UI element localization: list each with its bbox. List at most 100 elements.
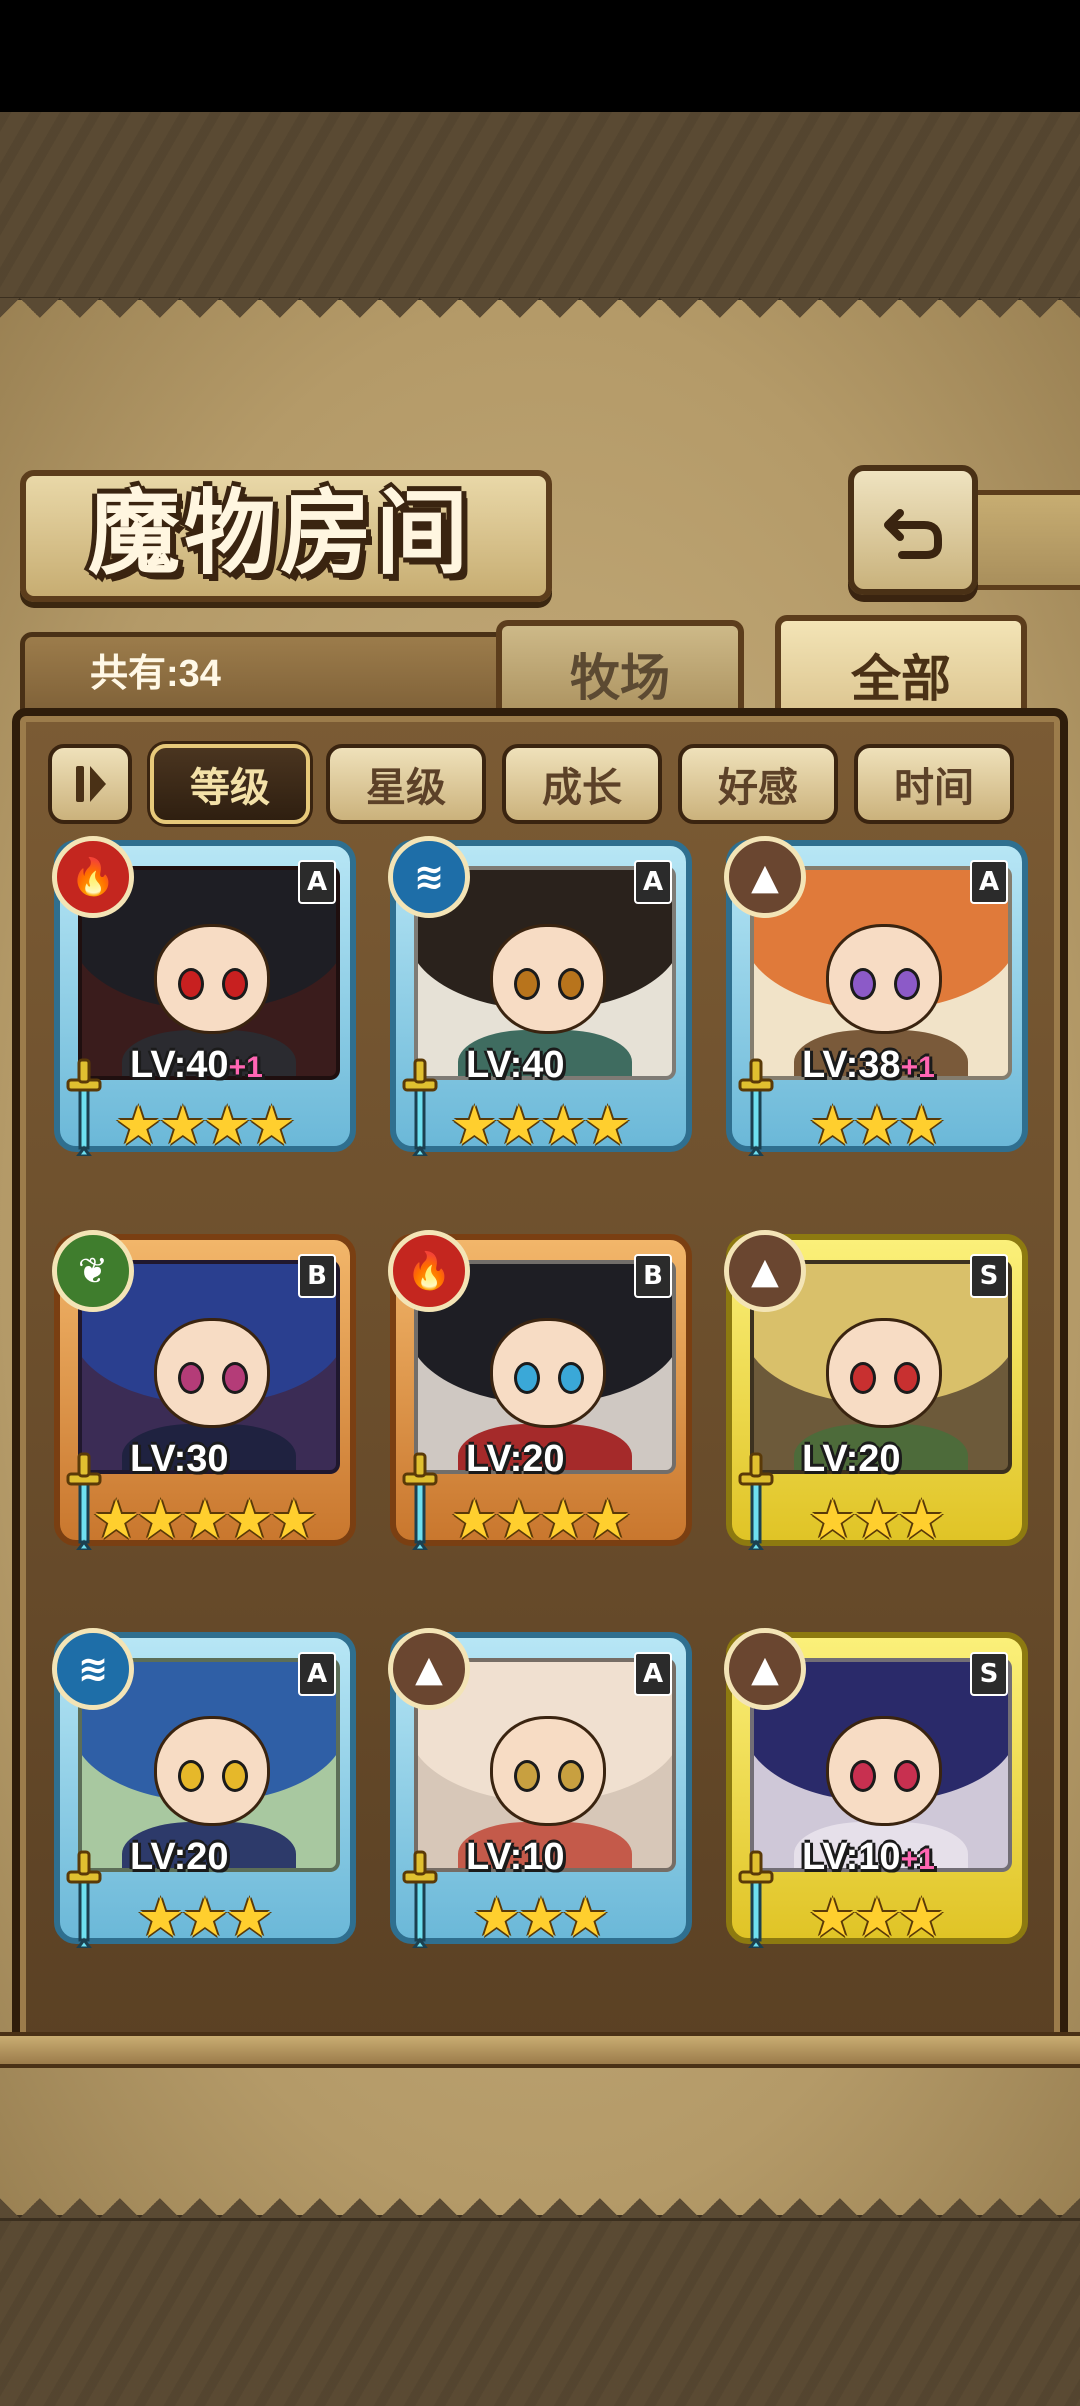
level-text: LV:40 — [130, 1044, 229, 1086]
star-icon: ★ — [136, 1488, 185, 1551]
star-icon: ★ — [494, 1488, 543, 1551]
star-rating: ★ ★ ★ ★ — [396, 1094, 686, 1158]
sort-time-button[interactable]: 时间 — [854, 744, 1014, 824]
level-bonus: +1 — [900, 1843, 935, 1876]
star-icon: ★ — [472, 1886, 521, 1949]
level-text: LV:20 — [130, 1836, 229, 1878]
monster-card[interactable]: S ▲ LV:20 ★ ★ ★ — [724, 1230, 1028, 1550]
rank-badge: A — [298, 1652, 336, 1696]
level-text: LV:10 — [802, 1836, 901, 1878]
bottom-map-band — [0, 2215, 1080, 2406]
back-arrow-icon — [884, 509, 942, 559]
monster-card[interactable]: A ▲ LV:38+1 ★ ★ ★ — [724, 836, 1028, 1156]
star-rating: ★ ★ ★ — [60, 1886, 350, 1950]
star-icon: ★ — [852, 1094, 902, 1157]
sort-order-toggle[interactable] — [48, 744, 132, 824]
monster-count: 共有:34 — [90, 653, 221, 695]
grid-panel-rim — [0, 2032, 1080, 2068]
rank-badge: A — [298, 860, 336, 904]
star-icon: ★ — [852, 1488, 902, 1551]
monster-level: LV:10 — [466, 1830, 565, 1884]
status-bar — [0, 0, 1080, 112]
monster-card[interactable]: S ▲ LV:10+1 ★ ★ ★ — [724, 1628, 1028, 1948]
star-icon: ★ — [91, 1488, 141, 1551]
rank-badge: S — [970, 1652, 1008, 1696]
star-rating: ★ ★ ★ — [732, 1094, 1022, 1158]
monster-card[interactable]: A ▲ LV:10 ★ ★ ★ — [388, 1628, 692, 1948]
monster-level: LV:20 — [466, 1432, 565, 1486]
rank-badge: B — [298, 1254, 336, 1298]
level-bonus: +1 — [228, 1051, 263, 1084]
earth-element-icon: ▲ — [724, 1230, 806, 1312]
star-icon: ★ — [136, 1886, 185, 1949]
star-icon: ★ — [897, 1094, 946, 1157]
rank-badge: A — [634, 1652, 672, 1696]
rank-badge: S — [970, 1254, 1008, 1298]
rank-badge: B — [634, 1254, 672, 1298]
star-icon: ★ — [852, 1886, 902, 1949]
level-text: LV:10 — [466, 1836, 565, 1878]
star-icon: ★ — [539, 1488, 588, 1551]
monster-card[interactable]: A ≋ LV:40 ★ ★ ★ ★ — [388, 836, 692, 1156]
star-icon: ★ — [539, 1094, 588, 1157]
top-map-band — [0, 112, 1080, 303]
back-button[interactable] — [848, 465, 978, 595]
star-rating: ★ ★ ★ ★ — [396, 1488, 686, 1552]
star-icon: ★ — [561, 1886, 610, 1949]
star-icon: ★ — [247, 1094, 296, 1157]
star-icon: ★ — [180, 1488, 230, 1551]
star-icon: ★ — [583, 1094, 632, 1157]
star-icon: ★ — [897, 1886, 946, 1949]
monster-card[interactable]: B ❦ LV:30 ★ ★ ★ ★ ★ — [52, 1230, 356, 1551]
monster-level: LV:20 — [130, 1830, 229, 1884]
star-icon: ★ — [583, 1488, 632, 1551]
monster-card[interactable]: A 🔥 LV:40+1 ★ ★ ★ ★ — [52, 836, 356, 1156]
star-icon: ★ — [225, 1488, 274, 1551]
star-rating: ★ ★ ★ — [396, 1886, 686, 1950]
star-icon: ★ — [203, 1094, 252, 1157]
star-icon: ★ — [897, 1488, 946, 1551]
pause-sort-icon — [76, 766, 106, 802]
top-zigzag-border — [0, 298, 1080, 338]
rank-badge: A — [634, 860, 672, 904]
sort-level-button[interactable]: 等级 — [150, 744, 310, 824]
monster-level: LV:20 — [802, 1432, 901, 1486]
earth-element-icon: ▲ — [724, 1628, 806, 1710]
star-icon: ★ — [494, 1094, 543, 1157]
water-element-icon: ≋ — [52, 1628, 134, 1710]
star-icon: ★ — [269, 1488, 319, 1551]
level-bonus: +1 — [900, 1051, 935, 1084]
monster-level: LV:40+1 — [130, 1038, 263, 1092]
monster-level: LV:10+1 — [802, 1830, 935, 1884]
level-text: LV:30 — [130, 1438, 229, 1480]
level-text: LV:20 — [802, 1438, 901, 1480]
sort-affection-button[interactable]: 好感 — [678, 744, 838, 824]
star-icon: ★ — [808, 1488, 857, 1551]
page-title: 魔物房间 — [87, 478, 472, 587]
sort-growth-button[interactable]: 成长 — [502, 744, 662, 824]
star-icon: ★ — [158, 1094, 207, 1157]
sort-star-button[interactable]: 星级 — [326, 744, 486, 824]
water-element-icon: ≋ — [388, 836, 470, 918]
bottom-zigzag-border — [0, 2178, 1080, 2218]
star-icon: ★ — [808, 1886, 857, 1949]
star-icon: ★ — [180, 1886, 230, 1949]
level-text: LV:20 — [466, 1438, 565, 1480]
monster-level: LV:40 — [466, 1038, 565, 1092]
star-rating: ★ ★ ★ — [732, 1886, 1022, 1950]
tab-farm[interactable]: 牧场 — [496, 620, 744, 722]
star-icon: ★ — [225, 1886, 274, 1949]
star-icon: ★ — [516, 1886, 566, 1949]
star-rating: ★ ★ ★ ★ — [60, 1094, 350, 1158]
monster-card[interactable]: A ≋ LV:20 ★ ★ ★ — [52, 1628, 356, 1948]
monster-level: LV:30 — [130, 1432, 229, 1486]
star-icon: ★ — [450, 1094, 499, 1157]
level-text: LV:38 — [802, 1044, 901, 1086]
fire-element-icon: 🔥 — [388, 1230, 470, 1312]
back-button-rail — [960, 490, 1080, 590]
monster-card[interactable]: B 🔥 LV:20 ★ ★ ★ ★ — [388, 1230, 692, 1550]
level-text: LV:40 — [466, 1044, 565, 1086]
star-icon: ★ — [808, 1094, 857, 1157]
rank-badge: A — [970, 860, 1008, 904]
star-rating: ★ ★ ★ — [732, 1488, 1022, 1552]
